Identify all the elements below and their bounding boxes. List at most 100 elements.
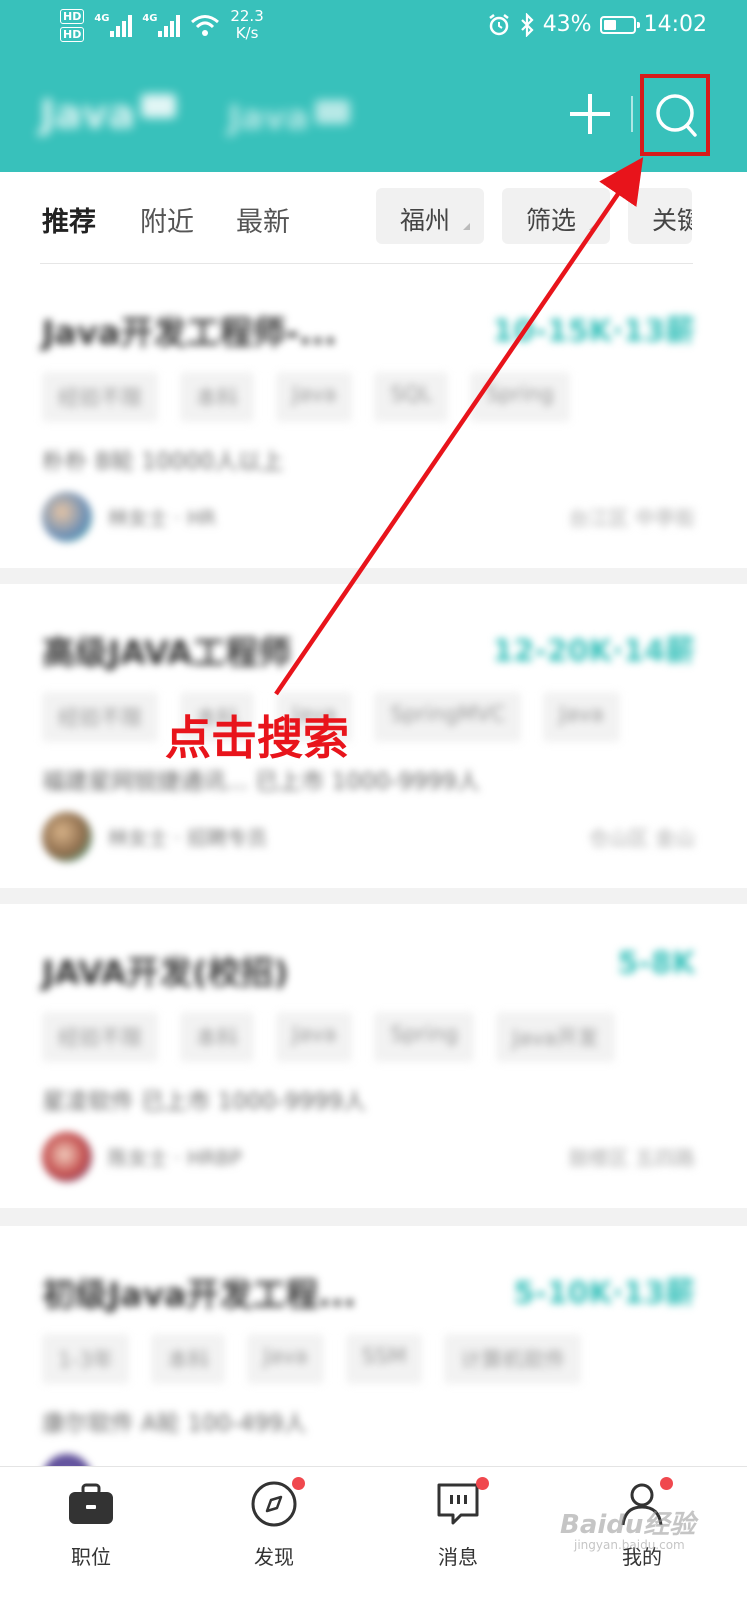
- nav-item-messages[interactable]: 消息: [398, 1477, 518, 1589]
- job-tag: Java: [247, 1334, 324, 1384]
- job-title: Java开发工程师-...: [42, 313, 337, 352]
- compass-icon: [251, 1481, 297, 1527]
- job-tag: SQL: [374, 372, 448, 422]
- job-tag: 1-3年: [42, 1334, 130, 1384]
- job-salary: 10-15K·13薪: [492, 314, 695, 349]
- job-tag: Spring: [374, 1012, 475, 1062]
- status-left: HD HD 4G 4G 22.3 K/s: [60, 8, 264, 42]
- alarm-icon: [488, 13, 509, 35]
- search-button[interactable]: [640, 74, 710, 156]
- job-tag: 计算机软件: [444, 1334, 582, 1384]
- tab-recommend[interactable]: 推荐: [42, 200, 96, 239]
- job-tags: 1-3年 本科 Java SSM 计算机软件: [42, 1334, 582, 1384]
- job-card[interactable]: 高级JAVA工程师 12-20K·14薪 经验不限 本科 Java Spring…: [0, 584, 747, 888]
- notification-dot: [292, 1477, 305, 1490]
- network-type-1: 4G: [94, 13, 110, 24]
- job-salary: 12-20K·14薪: [492, 634, 695, 669]
- bluetooth-icon: [520, 12, 534, 37]
- job-card[interactable]: JAVA开发(校招) 5-8K 经验不限 本科 Java Spring Java…: [0, 904, 747, 1208]
- filter-bar: 推荐 附近 最新 福州 筛选 关键: [0, 172, 747, 264]
- job-location: 仓山区 金山: [588, 826, 695, 850]
- dropdown-triangle-icon: [589, 223, 596, 230]
- job-intent-label: Java: [40, 92, 135, 138]
- job-tag: 本科: [151, 1334, 226, 1384]
- job-intent-badge: [140, 94, 177, 118]
- city-dropdown[interactable]: 福州: [376, 188, 484, 244]
- job-tag: Java: [276, 372, 353, 422]
- job-intent-tab-2[interactable]: Java: [228, 98, 351, 138]
- job-tag: SSM: [345, 1334, 423, 1384]
- job-tags: 经验不限 本科 Java Spring Java开发: [42, 1012, 615, 1062]
- notification-dot: [660, 1477, 673, 1490]
- job-card[interactable]: Java开发工程师-... 10-15K·13薪 经验不限 本科 Java SQ…: [0, 264, 747, 568]
- speed-unit: K/s: [235, 24, 259, 42]
- notification-dot: [476, 1477, 489, 1490]
- keyword-label: 关键: [652, 206, 692, 235]
- watermark-url: jingyan.baidu.com: [574, 1538, 685, 1552]
- battery-percent: 43%: [542, 12, 592, 37]
- header-toolbar: Java Java: [0, 70, 747, 160]
- job-tag: 本科: [180, 372, 254, 422]
- job-tag: Java: [543, 692, 620, 742]
- recruiter-name: 陈女士 · HRBP: [108, 1146, 242, 1170]
- tab-nearby[interactable]: 附近: [140, 200, 194, 239]
- recruiter-avatar: [42, 812, 92, 862]
- job-title: JAVA开发(校招): [42, 953, 289, 992]
- filter-label: 筛选: [526, 206, 577, 235]
- header-divider: [631, 96, 633, 132]
- speed-value: 22.3: [230, 7, 264, 25]
- company-info: 星凌软件 已上市 1000-9999人: [42, 1089, 366, 1115]
- job-tag: 经验不限: [42, 1012, 158, 1062]
- watermark-brand: Baidu经验: [560, 1510, 696, 1540]
- hd-badge-1: HD: [60, 8, 85, 24]
- app-header: HD HD 4G 4G 22.3 K/s 43% 14:02 Java Java: [0, 0, 747, 172]
- job-tag: Java: [276, 1012, 353, 1062]
- job-salary: 5-10K·13薪: [513, 1276, 695, 1311]
- tab-latest[interactable]: 最新: [236, 200, 290, 239]
- nav-item-jobs[interactable]: 职位: [31, 1479, 151, 1589]
- recruiter-avatar: [42, 1132, 92, 1182]
- nav-label: 职位: [71, 1545, 111, 1569]
- add-job-intent-button[interactable]: [568, 92, 612, 136]
- status-bar: HD HD 4G 4G 22.3 K/s 43% 14:02: [0, 0, 747, 54]
- job-tag: SpringMVC: [374, 692, 522, 742]
- nav-label: 消息: [438, 1545, 478, 1569]
- job-title: 高级JAVA工程师: [42, 633, 292, 672]
- battery-fill: [603, 19, 616, 30]
- chat-icon: [437, 1483, 479, 1525]
- job-tags: 经验不限 本科 Java SQL Spring: [42, 372, 570, 422]
- job-tag: Java开发: [496, 1012, 615, 1062]
- battery-icon: [599, 15, 640, 34]
- job-intent-tab-1[interactable]: Java: [40, 92, 177, 138]
- company-info: 朴朴 B轮 10000人以上: [42, 449, 284, 475]
- recruiter-name: 林女士 · 招聘专员: [108, 826, 268, 850]
- job-title: 初级Java开发工程...: [42, 1275, 356, 1314]
- job-tag: 本科: [180, 1012, 254, 1062]
- hd-indicators: HD HD: [60, 8, 85, 42]
- filter-dropdown[interactable]: 筛选: [502, 188, 610, 244]
- job-intent-label: Java: [228, 98, 309, 138]
- keyword-dropdown[interactable]: 关键: [628, 188, 692, 244]
- job-location: 鼓楼区 五四路: [568, 1146, 695, 1170]
- nav-item-discover[interactable]: 发现: [214, 1477, 334, 1589]
- search-icon: [656, 94, 697, 137]
- signal-icon-2: 4G: [142, 13, 181, 37]
- job-tag: 经验不限: [42, 692, 158, 742]
- nav-label: 发现: [254, 1545, 294, 1569]
- job-location: 台江区 中亭街: [568, 506, 695, 530]
- job-tag: 经验不限: [42, 372, 158, 422]
- clock: 14:02: [643, 12, 707, 37]
- status-right: 43% 14:02: [487, 12, 707, 37]
- job-intent-badge: [314, 100, 351, 124]
- wifi-icon: [191, 15, 220, 36]
- network-speed: 22.3 K/s: [230, 8, 263, 42]
- dropdown-triangle-icon: [463, 223, 470, 230]
- signal-icon-1: 4G: [94, 13, 133, 37]
- job-card[interactable]: 初级Java开发工程... 5-10K·13薪 1-3年 本科 Java SSM…: [0, 1226, 747, 1504]
- job-tag: Spring: [469, 372, 570, 422]
- recruiter-name: 林女士 · HR: [108, 506, 217, 530]
- annotation-label: 点击搜索: [165, 711, 349, 765]
- hd-badge-2: HD: [60, 26, 85, 42]
- company-info: 康尔软件 A轮 100-499人: [42, 1411, 307, 1437]
- recruiter-avatar: [42, 492, 92, 542]
